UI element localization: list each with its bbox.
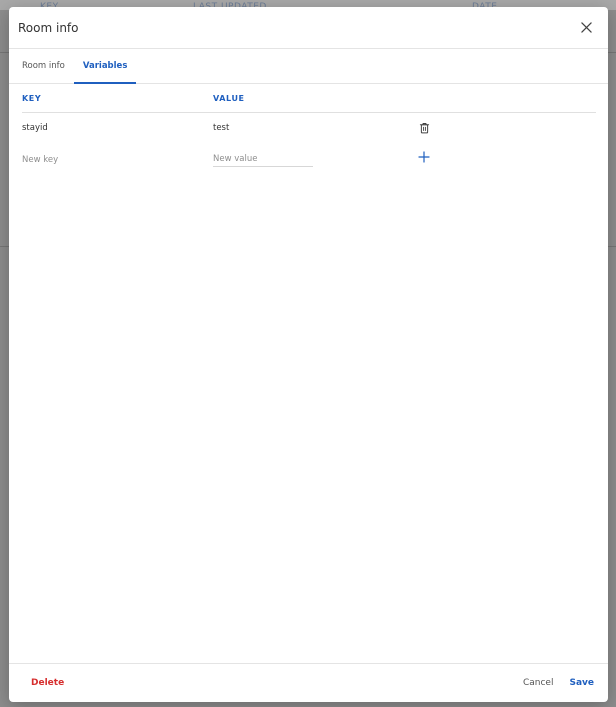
new-value-input[interactable] xyxy=(213,152,313,167)
add-variable-button[interactable] xyxy=(416,149,432,165)
trash-icon xyxy=(419,122,429,133)
room-info-dialog: Room info Room info Variables KEY VALUE … xyxy=(9,7,608,702)
cancel-button[interactable]: Cancel xyxy=(523,678,554,688)
table-row: stayid test xyxy=(22,113,596,142)
variable-value: test xyxy=(213,122,230,133)
delete-variable-button[interactable] xyxy=(416,120,432,136)
plus-icon xyxy=(418,150,430,163)
close-icon xyxy=(580,22,592,33)
delete-button[interactable]: Delete xyxy=(31,678,64,688)
dialog-header: Room info xyxy=(9,7,608,49)
close-button[interactable] xyxy=(576,18,596,38)
dialog-tabs: Room info Variables xyxy=(9,49,608,84)
tab-room-info[interactable]: Room info xyxy=(13,49,74,83)
table-header-row: KEY VALUE xyxy=(22,84,596,113)
column-header-key: KEY xyxy=(22,93,42,103)
tab-variables[interactable]: Variables xyxy=(73,49,137,84)
new-key-input[interactable] xyxy=(22,152,122,167)
dialog-title: Room info xyxy=(18,20,79,35)
save-button[interactable]: Save xyxy=(569,678,594,688)
variables-table: KEY VALUE stayid test xyxy=(22,84,596,171)
column-header-value: VALUE xyxy=(213,93,245,103)
new-variable-row xyxy=(22,142,596,171)
dialog-footer: Delete Cancel Save xyxy=(9,663,608,702)
variable-key: stayid xyxy=(22,122,48,133)
